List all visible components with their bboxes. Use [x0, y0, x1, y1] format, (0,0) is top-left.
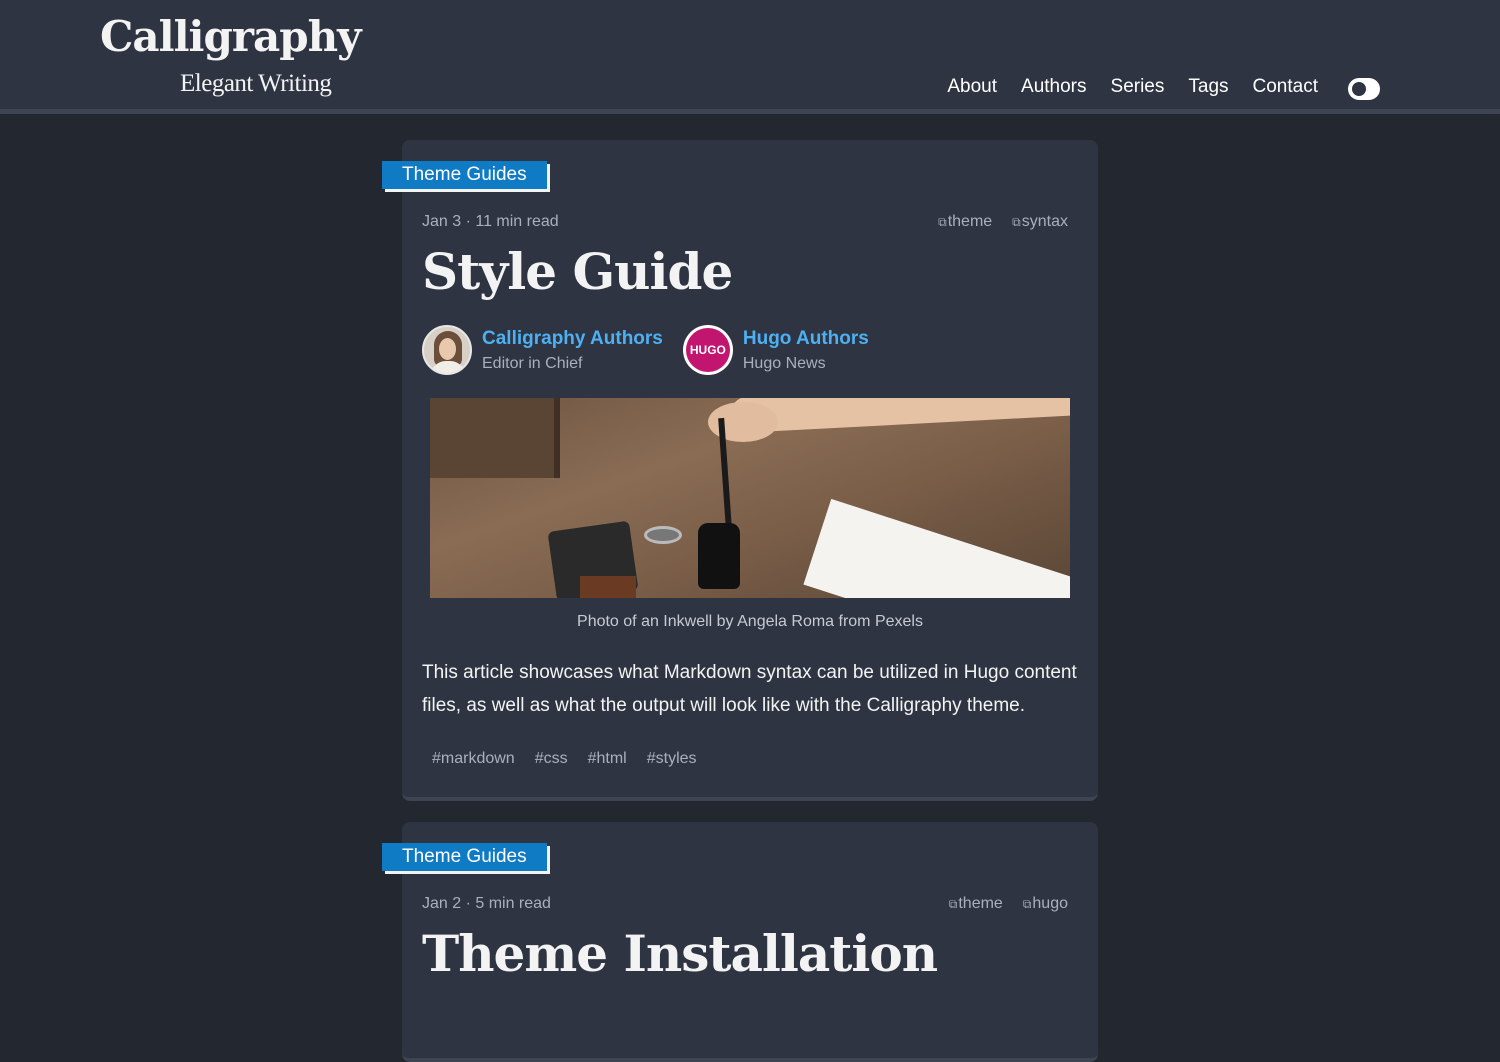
nav-tags[interactable]: Tags [1188, 76, 1228, 98]
main-nav: About Authors Series Tags Contact [947, 76, 1318, 98]
post-tags: ⧉ theme ⧉ syntax [938, 213, 1068, 231]
author-item: HUGO Hugo Authors Hugo News [682, 325, 869, 375]
author-avatar[interactable] [422, 325, 472, 375]
post-card: Theme Guides Jan 2 · 5 min read ⧉ theme ⧉… [382, 822, 1098, 1062]
hashtag-link[interactable]: #markdown [432, 750, 515, 768]
image-stamp-base [580, 576, 636, 598]
tag-icon: ⧉ [948, 896, 958, 911]
hashtag-link[interactable]: #css [535, 750, 568, 768]
tag-label: theme [947, 213, 993, 230]
nav-authors[interactable]: Authors [1021, 76, 1086, 98]
author-name-link[interactable]: Hugo Authors [743, 328, 869, 350]
category-badge[interactable]: Theme Guides [382, 161, 547, 189]
site-subtitle: Elegant Writing [180, 70, 332, 97]
post-title[interactable]: Style Guide [422, 242, 733, 301]
author-role: Editor in Chief [482, 354, 583, 372]
theme-toggle-icon[interactable] [1348, 78, 1380, 100]
hashtag-link[interactable]: #html [588, 750, 627, 768]
author-role: Hugo News [742, 354, 826, 372]
tag-icon: ⧉ [1022, 896, 1032, 911]
nav-contact[interactable]: Contact [1253, 76, 1318, 98]
tag-icon: ⧉ [1012, 214, 1021, 229]
tag-link[interactable]: ⧉ hugo [1023, 895, 1068, 913]
tag-label: theme [958, 895, 1003, 912]
tag-icon: ⧉ [938, 214, 947, 229]
post-tags: ⧉ theme ⧉ hugo [949, 895, 1068, 913]
site-header: Calligraphy Elegant Writing About Author… [0, 0, 1500, 114]
tag-link[interactable]: ⧉ syntax [1012, 213, 1068, 231]
image-arm [729, 398, 1070, 434]
post-card: Theme Guides Jan 3 · 11 min read ⧉ theme … [382, 140, 1098, 801]
hugo-logo-avatar[interactable]: HUGO [682, 325, 733, 375]
image-caption: Photo of an Inkwell by Angela Roma from … [577, 613, 923, 630]
hashtag-list: #markdown #css #html #styles [432, 750, 697, 768]
author-info: Calligraphy Authors Editor in Chief [482, 328, 663, 373]
category-badge[interactable]: Theme Guides [382, 843, 547, 871]
post-summary: This article showcases what Markdown syn… [422, 662, 1077, 716]
post-title[interactable]: Theme Installation [422, 924, 938, 983]
author-info: Hugo Authors Hugo News [743, 328, 869, 373]
author-name-link[interactable]: Calligraphy Authors [482, 328, 663, 350]
avatar-face [439, 338, 456, 360]
image-inkwell [698, 523, 740, 589]
site-title[interactable]: Calligraphy [100, 12, 362, 61]
tag-link[interactable]: ⧉ theme [949, 895, 1003, 913]
toggle-knob [1350, 80, 1368, 98]
image-ink-lid [644, 526, 682, 544]
tag-link[interactable]: ⧉ theme [938, 213, 992, 231]
image-wooden-box [430, 398, 560, 478]
tag-label: hugo [1032, 895, 1068, 912]
image-paper [803, 498, 1070, 598]
post-date: Jan 3 · 11 min read [422, 213, 559, 230]
post-hero-image [430, 398, 1070, 598]
author-list: Calligraphy Authors Editor in Chief HUGO… [422, 325, 869, 375]
tag-label: syntax [1021, 213, 1068, 230]
hugo-logo-icon: HUGO [685, 328, 730, 372]
nav-series[interactable]: Series [1111, 76, 1165, 98]
nav-about[interactable]: About [947, 76, 997, 98]
author-item: Calligraphy Authors Editor in Chief [422, 325, 663, 375]
hashtag-link[interactable]: #styles [647, 750, 697, 768]
post-date: Jan 2 · 5 min read [422, 895, 551, 912]
